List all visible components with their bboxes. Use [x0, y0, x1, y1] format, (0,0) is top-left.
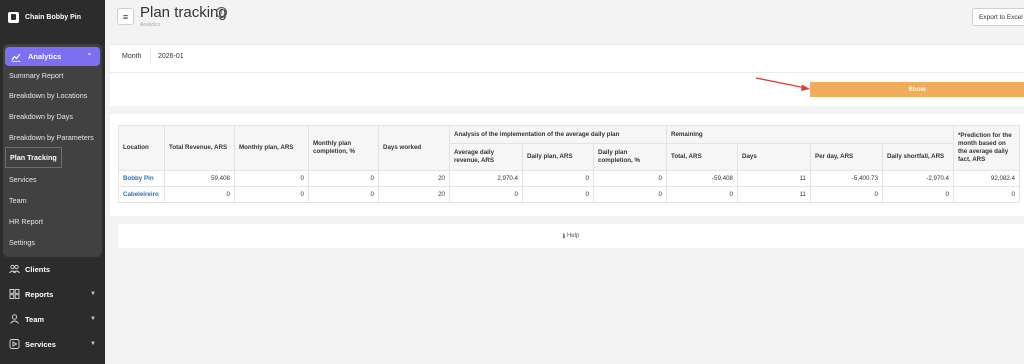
export-to-excel-button[interactable]: Export to Excel	[972, 8, 1024, 26]
show-button[interactable]: Show	[810, 82, 1024, 97]
sidebar-item-label: Team	[25, 314, 45, 324]
table-cell: 0	[882, 186, 954, 203]
table-cell: -2,970.4	[882, 170, 954, 187]
table-cell: -59,408	[666, 170, 738, 187]
col-header-daily-completion: Daily plan completion, %	[593, 143, 667, 171]
table-cell: 0	[234, 186, 309, 203]
table-cell: 20	[378, 170, 450, 187]
sidebar-item-hr-report[interactable]: HR Report	[9, 217, 43, 226]
col-header-daily-plan: Daily plan, ARS	[522, 143, 594, 171]
user-icon	[10, 314, 19, 324]
table-cell: -5,400.73	[810, 170, 883, 187]
table-cell: 92,082.4	[953, 170, 1020, 187]
brand-logo-icon	[8, 11, 19, 23]
location-link[interactable]: Bobby Pin	[118, 170, 165, 187]
menu-toggle-button[interactable]: ≡	[117, 8, 134, 25]
sidebar-item-reports[interactable]: Reports ▼	[9, 289, 99, 299]
sidebar-item-label: Clients	[25, 264, 51, 274]
col-group-remaining: Remaining	[666, 125, 954, 144]
brand-name: Chain Bobby Pin	[25, 13, 81, 21]
sidebar-item-team[interactable]: Team	[9, 196, 27, 205]
table-cell: 0	[593, 170, 667, 187]
table-cell: 0	[522, 170, 594, 187]
services-icon	[9, 339, 20, 349]
sidebar-item-services[interactable]: Services	[9, 175, 37, 184]
col-header-total: Total, ARS	[666, 143, 738, 171]
filter-divider	[110, 72, 1024, 73]
sidebar: Chain Bobby Pin Analytics ⌄ Summary Repo…	[0, 0, 105, 364]
info-icon: ℹ	[562, 232, 565, 240]
table-cell: 0	[308, 170, 379, 187]
table-cell: 0	[666, 186, 738, 203]
table-cell: 0	[593, 186, 667, 203]
users-icon	[9, 264, 20, 274]
sidebar-item-settings[interactable]: Settings	[9, 238, 35, 247]
table-cell: 0	[308, 186, 379, 203]
table-cell: 0	[449, 186, 523, 203]
col-header-daily-shortfall: Daily shortfall, ARS	[882, 143, 954, 171]
chevron-down-icon: ▼	[90, 316, 96, 322]
col-header-avg-daily-revenue: Average daily revenue, ARS	[449, 143, 523, 171]
col-header-days-worked: Days worked	[378, 125, 450, 171]
col-header-total-revenue: Total Revenue, ARS	[164, 125, 235, 171]
sidebar-item-label: Analytics	[28, 52, 62, 61]
sidebar-item-label: Reports	[25, 289, 54, 299]
col-header-monthly-completion: Monthly plan completion, %	[308, 125, 379, 171]
col-header-prediction: *Prediction for the month based on the a…	[953, 125, 1020, 171]
help-label: Help	[566, 233, 580, 239]
col-header-monthly-plan: Monthly plan, ARS	[234, 125, 309, 171]
table-cell: 0	[164, 186, 235, 203]
breadcrumb[interactable]: Analytics	[140, 22, 160, 28]
table-cell: 0	[234, 170, 309, 187]
table-cell: 0	[810, 186, 883, 203]
table-cell: 0	[953, 186, 1020, 203]
sidebar-item-label: Services	[25, 339, 56, 349]
chart-line-icon	[11, 53, 21, 62]
table-row: Cabeleireiro 0 0 0 20 0 0 0 0 11 0 0 0	[118, 186, 1020, 203]
col-header-days: Days	[737, 143, 811, 171]
sidebar-item-services-main[interactable]: Services ▼	[9, 339, 99, 349]
table-row: Bobby Pin 59,408 0 0 20 2,970.4 0 0 -59,…	[118, 170, 1020, 187]
table-cell: 20	[378, 186, 450, 203]
col-header-location: Location	[118, 125, 165, 171]
sidebar-item-breakdown-days[interactable]: Breakdown by Days	[9, 112, 73, 121]
sidebar-item-breakdown-locations[interactable]: Breakdown by Locations	[9, 91, 87, 100]
sidebar-item-analytics[interactable]: Analytics ⌄	[5, 47, 100, 66]
red-arrow-annotation	[755, 77, 810, 91]
location-link[interactable]: Cabeleireiro	[118, 186, 165, 203]
sidebar-item-plan-tracking[interactable]: Plan Tracking	[5, 147, 62, 168]
table-cell: 0	[522, 186, 594, 203]
table-cell: 11	[737, 170, 811, 187]
chevron-down-icon: ▼	[90, 341, 96, 347]
table-cell: 59,408	[164, 170, 235, 187]
sidebar-item-summary-report[interactable]: Summary Report	[9, 71, 63, 80]
month-label: Month	[122, 53, 142, 60]
page-title: Plan tracking	[140, 4, 227, 21]
plan-tracking-table: Location Total Revenue, ARS Monthly plan…	[118, 125, 1020, 203]
col-group-analysis: Analysis of the implementation of the av…	[449, 125, 667, 144]
sidebar-item-team-main[interactable]: Team ▼	[9, 314, 99, 324]
chevron-up-icon: ⌄	[86, 51, 93, 60]
col-header-per-day: Per day, ARS	[810, 143, 883, 171]
chevron-down-icon: ▼	[90, 291, 96, 297]
sidebar-item-clients[interactable]: Clients	[9, 264, 99, 274]
sidebar-item-breakdown-parameters[interactable]: Breakdown by Parameters	[9, 133, 94, 142]
brand[interactable]: Chain Bobby Pin	[8, 9, 81, 25]
table-cell: 11	[737, 186, 811, 203]
grid-icon	[9, 289, 20, 299]
month-input[interactable]: 2026-01	[150, 48, 1024, 65]
info-icon[interactable]: i	[216, 7, 227, 18]
help-link[interactable]: ℹ Help	[118, 224, 1024, 248]
hamburger-icon: ≡	[122, 11, 129, 22]
table-cell: 2,970.4	[449, 170, 523, 187]
